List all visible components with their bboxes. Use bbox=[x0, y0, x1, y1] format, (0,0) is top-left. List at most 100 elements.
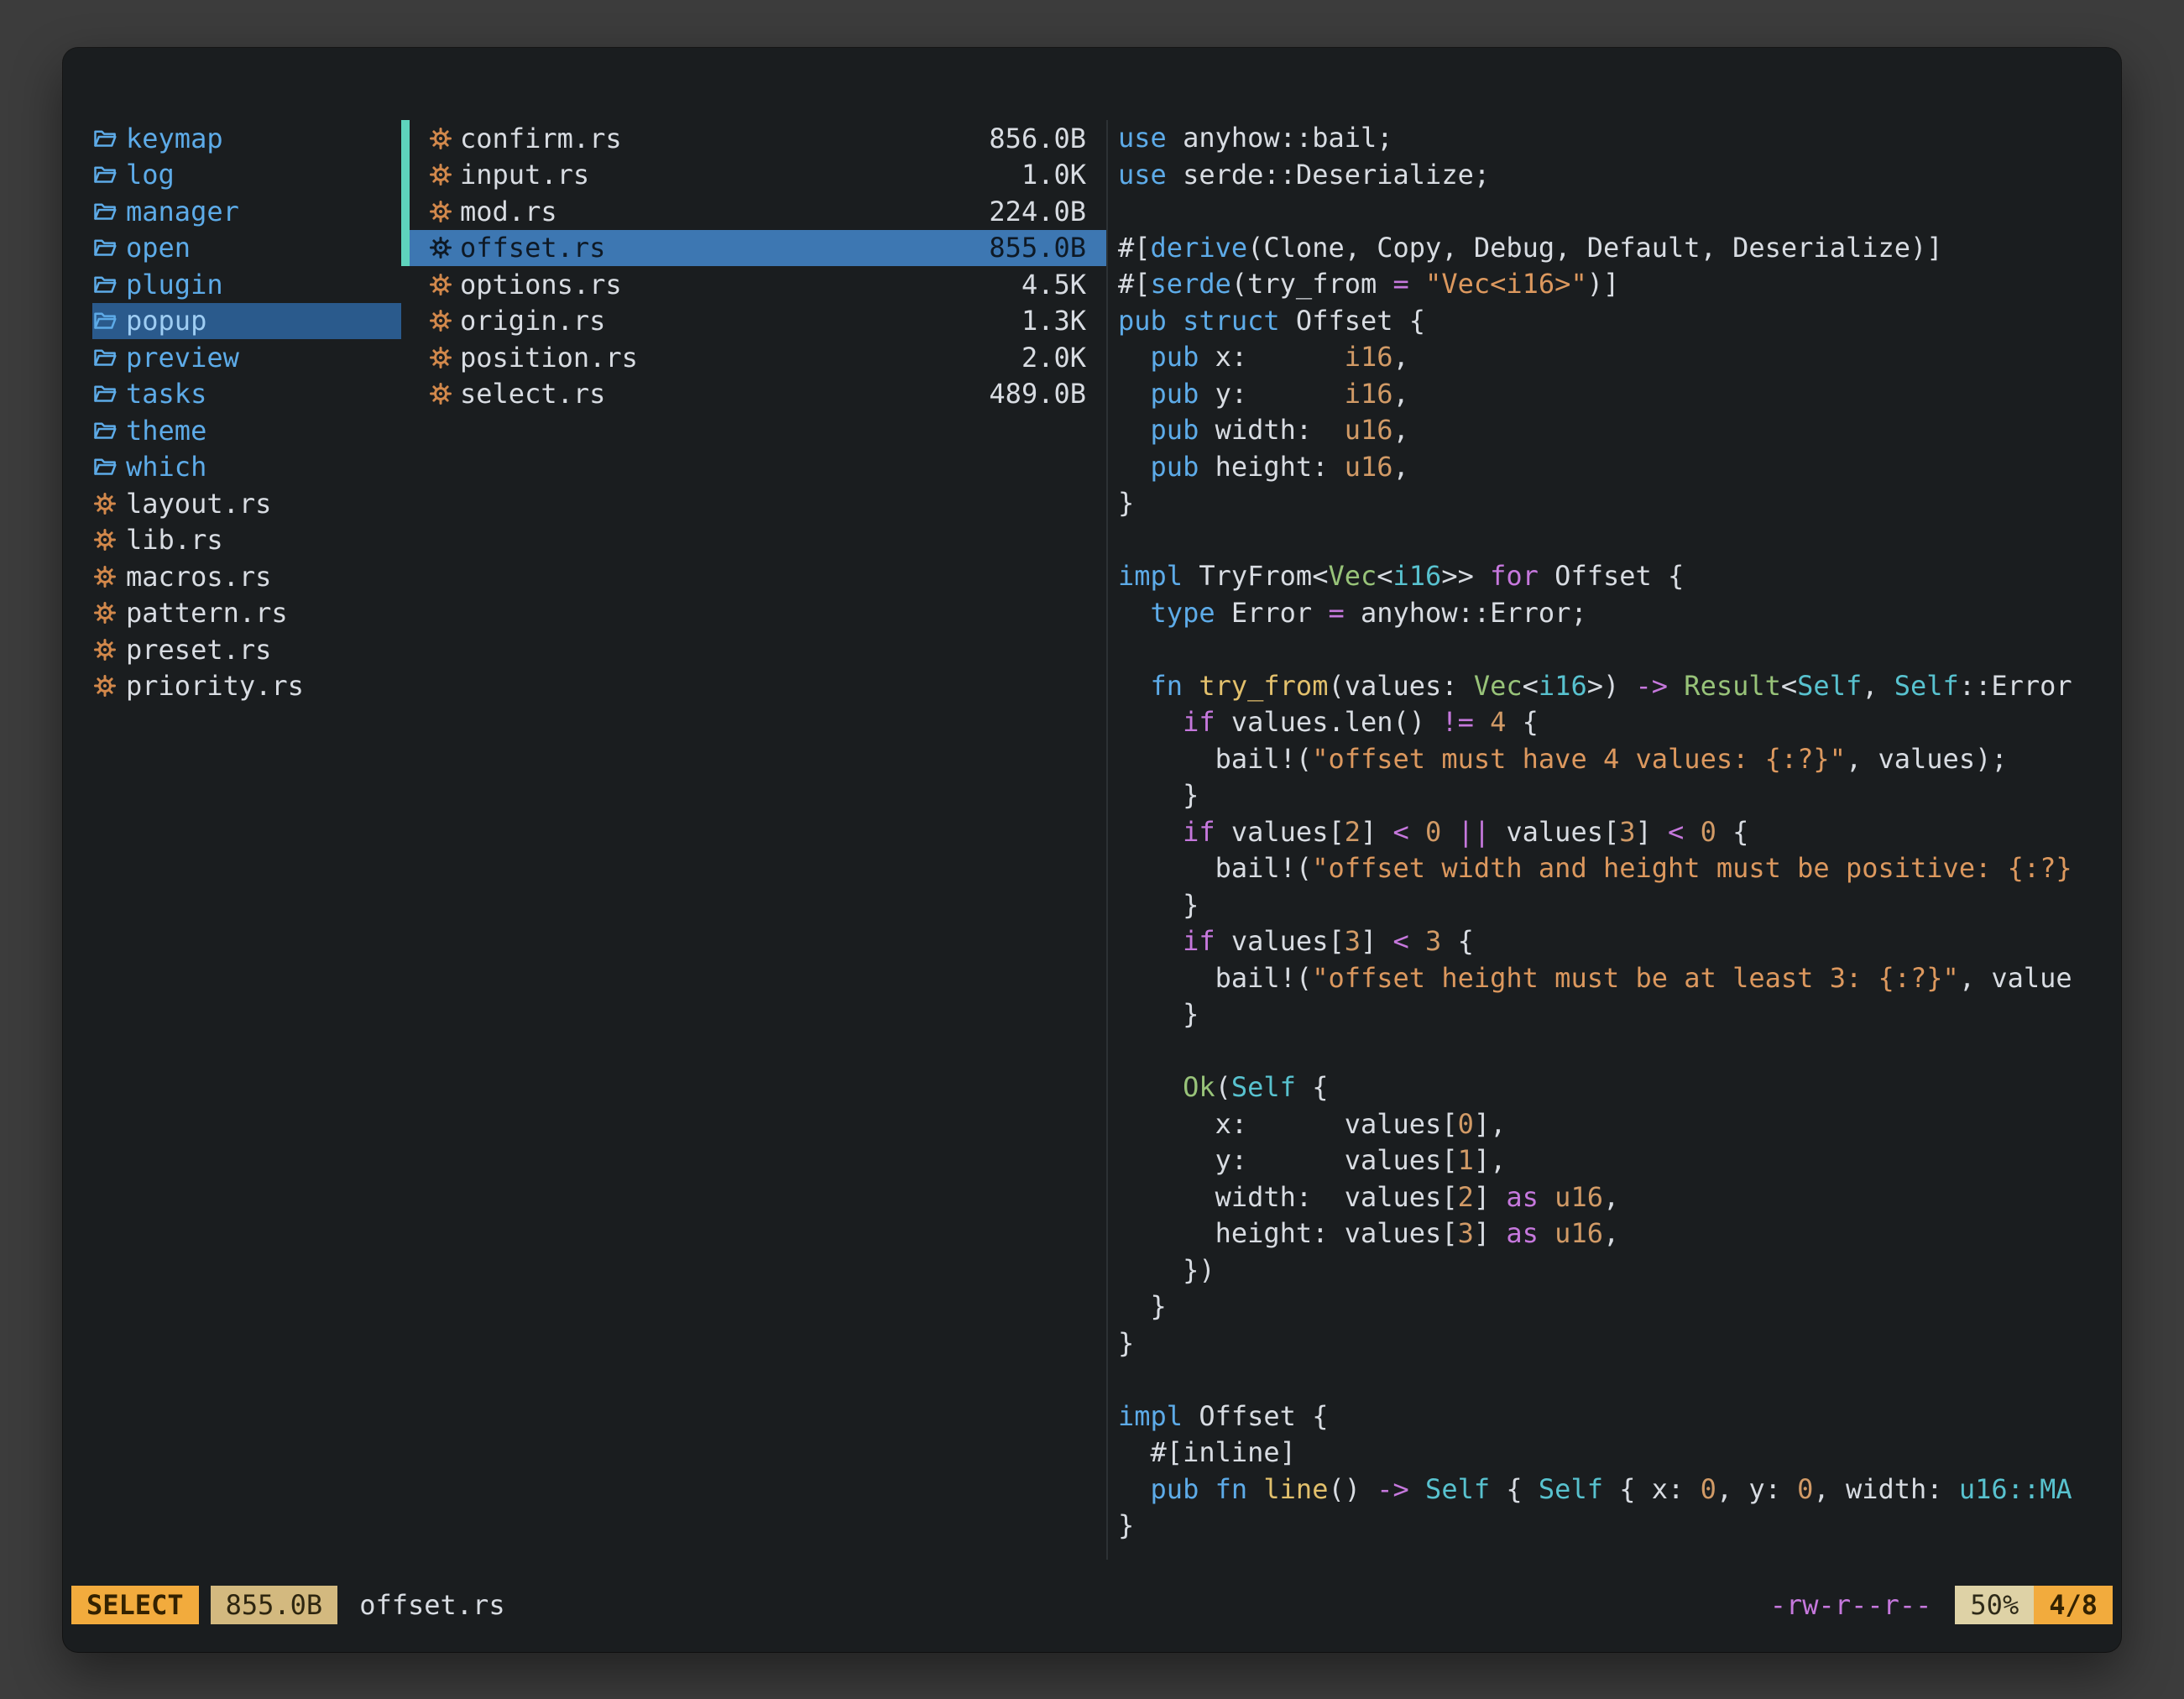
file-row-mod-rs[interactable]: mod.rs 224.0B bbox=[401, 193, 1106, 230]
rust-file-icon bbox=[428, 126, 453, 151]
folder-icon bbox=[92, 381, 118, 406]
sidebar-item-log[interactable]: log bbox=[92, 157, 401, 194]
sidebar-item-label: preview bbox=[126, 342, 239, 374]
rust-file-icon bbox=[428, 308, 453, 333]
code-line: } bbox=[1118, 777, 2121, 814]
sidebar-item-label: open bbox=[126, 232, 191, 264]
file-row-content: position.rs2.0K bbox=[410, 339, 1106, 376]
code-line: impl TryFrom<Vec<i16>> for Offset { bbox=[1118, 558, 2121, 595]
file-size: 489.0B bbox=[989, 378, 1086, 410]
file-row-content: origin.rs 1.3K bbox=[410, 303, 1106, 340]
rust-file-icon bbox=[92, 637, 118, 662]
file-row-select-rs[interactable]: select.rs 489.0B bbox=[401, 376, 1106, 413]
file-name: origin.rs bbox=[460, 305, 605, 337]
file-row-input-rs[interactable]: input.rs1.0K bbox=[401, 157, 1106, 194]
code-line: bail!("offset must have 4 values: {:?}",… bbox=[1118, 741, 2121, 778]
file-row-position-rs[interactable]: position.rs2.0K bbox=[401, 339, 1106, 376]
file-size: 4.5K bbox=[1021, 269, 1086, 301]
code-line: if values[3] < 3 { bbox=[1118, 923, 2121, 960]
code-line: } bbox=[1118, 996, 2121, 1033]
sidebar-item-layout-rs[interactable]: layout.rs bbox=[92, 485, 401, 522]
sidebar-item-label: log bbox=[126, 159, 175, 191]
sidebar-item-label: pattern.rs bbox=[126, 597, 288, 629]
sidebar-item-popup[interactable]: popup bbox=[92, 303, 401, 340]
sidebar-item-plugin[interactable]: plugin bbox=[92, 266, 401, 303]
code-line: pub width: u16, bbox=[1118, 412, 2121, 449]
rust-file-icon bbox=[428, 199, 453, 224]
code-line: pub y: i16, bbox=[1118, 376, 2121, 413]
code-line: }) bbox=[1118, 1252, 2121, 1289]
selection-marker bbox=[401, 266, 410, 303]
file-row-content: mod.rs 224.0B bbox=[410, 193, 1106, 230]
status-filename: offset.rs bbox=[359, 1589, 504, 1621]
file-manager-panes: keymaplogmanageropen pluginpopuppreviewta… bbox=[92, 120, 2121, 1560]
file-list-pane[interactable]: confirm.rs 856.0Binput.rs1.0Kmod.rs 224.0B… bbox=[401, 120, 1106, 1560]
file-name: offset.rs bbox=[460, 232, 605, 264]
folder-icon bbox=[92, 162, 118, 187]
status-bar: SELECT 855.0B offset.rs -rw-r--r-- 50% 4… bbox=[71, 1586, 2113, 1624]
sidebar-item-macros-rs[interactable]: macros.rs bbox=[92, 558, 401, 595]
rust-file-icon bbox=[428, 272, 453, 297]
file-name: position.rs bbox=[460, 342, 638, 374]
sidebar-item-open[interactable]: open bbox=[92, 230, 401, 267]
scroll-percent-badge: 50% bbox=[1955, 1586, 2034, 1624]
sidebar-item-tasks[interactable]: tasks bbox=[92, 376, 401, 413]
file-permissions: -rw-r--r-- bbox=[1770, 1589, 1932, 1621]
sidebar-item-preset-rs[interactable]: preset.rs bbox=[92, 631, 401, 668]
code-line: use anyhow::bail; bbox=[1118, 120, 2121, 157]
file-name: confirm.rs bbox=[460, 123, 622, 154]
sidebar-item-pattern-rs[interactable]: pattern.rs bbox=[92, 595, 401, 632]
code-line: type Error = anyhow::Error; bbox=[1118, 595, 2121, 632]
file-size: 1.0K bbox=[1021, 159, 1086, 191]
file-size: 856.0B bbox=[989, 123, 1086, 154]
sidebar-item-which[interactable]: which bbox=[92, 449, 401, 486]
code-line: pub fn line() -> Self { Self { x: 0, y: … bbox=[1118, 1472, 2121, 1508]
selection-marker bbox=[401, 157, 410, 194]
code-line bbox=[1118, 522, 2121, 559]
code-line: fn try_from(values: Vec<i16>) -> Result<… bbox=[1118, 668, 2121, 705]
sidebar-item-manager[interactable]: manager bbox=[92, 193, 401, 230]
sidebar-item-label: preset.rs bbox=[126, 634, 271, 666]
code-line: x: values[0], bbox=[1118, 1106, 2121, 1143]
folder-icon bbox=[92, 199, 118, 224]
cursor-position-badge: 4/8 bbox=[2034, 1586, 2113, 1624]
file-row-confirm-rs[interactable]: confirm.rs 856.0B bbox=[401, 120, 1106, 157]
file-row-options-rs[interactable]: options.rs4.5K bbox=[401, 266, 1106, 303]
code-line: if values.len() != 4 { bbox=[1118, 704, 2121, 741]
selection-marker bbox=[401, 303, 410, 340]
selection-marker bbox=[401, 193, 410, 230]
sidebar-item-label: which bbox=[126, 451, 206, 483]
code-line bbox=[1118, 1362, 2121, 1398]
sidebar-item-lib-rs[interactable]: lib.rs bbox=[92, 522, 401, 559]
file-row-origin-rs[interactable]: origin.rs 1.3K bbox=[401, 303, 1106, 340]
code-line: #[serde(try_from = "Vec<i16>")] bbox=[1118, 266, 2121, 303]
rust-file-icon bbox=[92, 673, 118, 698]
rust-file-icon bbox=[92, 600, 118, 625]
sidebar-item-label: plugin bbox=[126, 269, 223, 301]
sidebar-item-label: lib.rs bbox=[126, 524, 223, 556]
selection-marker bbox=[401, 339, 410, 376]
code-line: width: values[2] as u16, bbox=[1118, 1179, 2121, 1216]
code-line: bail!("offset height must be at least 3:… bbox=[1118, 960, 2121, 997]
sidebar-item-label: macros.rs bbox=[126, 561, 271, 593]
file-size: 224.0B bbox=[989, 196, 1086, 227]
code-line: } bbox=[1118, 1325, 2121, 1362]
file-name: select.rs bbox=[460, 378, 605, 410]
sidebar-item-theme[interactable]: theme bbox=[92, 412, 401, 449]
sidebar-item-keymap[interactable]: keymap bbox=[92, 120, 401, 157]
sidebar-item-priority-rs[interactable]: priority.rs bbox=[92, 668, 401, 705]
file-row-content: select.rs 489.0B bbox=[410, 376, 1106, 413]
code-line: use serde::Deserialize; bbox=[1118, 157, 2121, 194]
code-line: y: values[1], bbox=[1118, 1142, 2121, 1179]
file-name: mod.rs bbox=[460, 196, 557, 227]
code-line: } bbox=[1118, 887, 2121, 924]
code-line: Ok(Self { bbox=[1118, 1069, 2121, 1106]
folder-icon bbox=[92, 454, 118, 479]
sidebar-pane[interactable]: keymaplogmanageropen pluginpopuppreviewta… bbox=[92, 120, 401, 1560]
rust-file-icon bbox=[92, 564, 118, 589]
preview-pane[interactable]: use anyhow::bail;use serde::Deserialize;… bbox=[1106, 120, 2121, 1560]
file-size: 1.3K bbox=[1021, 305, 1086, 337]
sidebar-item-preview[interactable]: preview bbox=[92, 339, 401, 376]
rust-file-icon bbox=[92, 527, 118, 552]
file-row-offset-rs[interactable]: offset.rs855.0B bbox=[401, 230, 1106, 267]
